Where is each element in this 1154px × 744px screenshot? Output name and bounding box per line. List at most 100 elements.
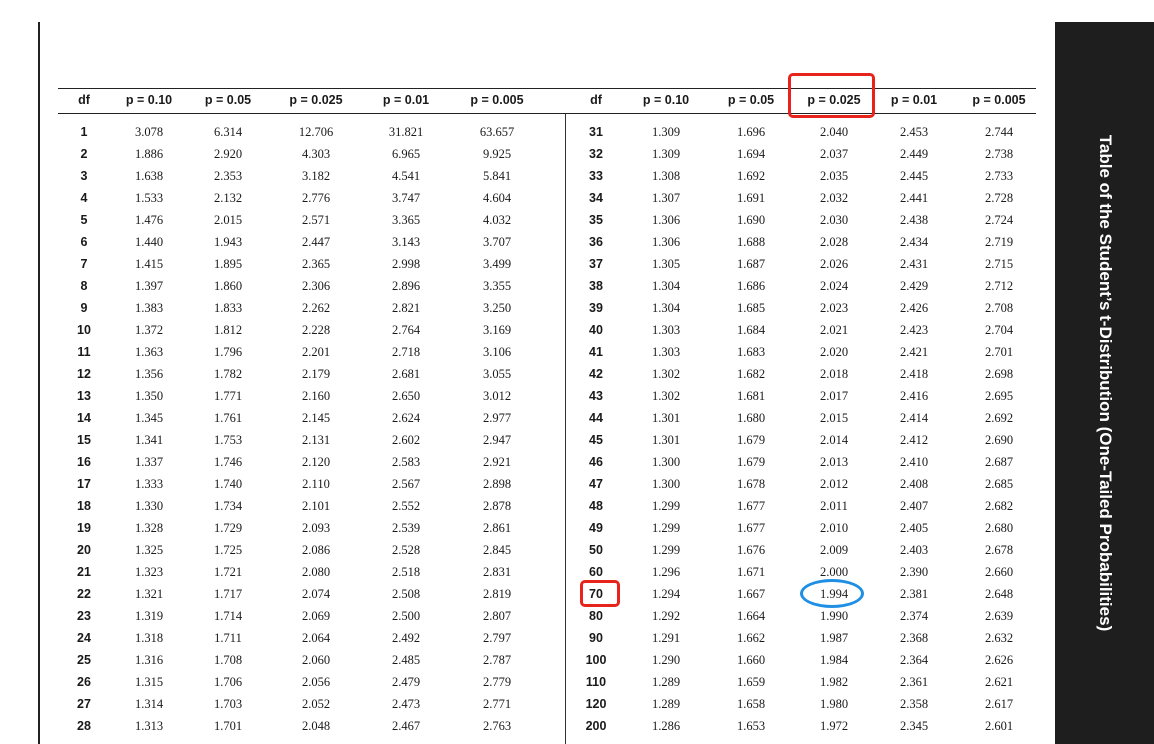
table-row: 17 1.333 1.740 2.110 2.567 2.898 47 1.300 1.678 2… [0, 473, 1040, 495]
critical-value-cell: 2.368 [899, 631, 929, 645]
table-row: 19 1.328 1.729 2.093 2.539 2.861 49 1.299 1.677 2… [0, 517, 1040, 539]
critical-value-cell: 1.302 [651, 367, 681, 381]
df-cell: 39 [589, 301, 603, 315]
critical-value-cell: 2.819 [482, 587, 512, 601]
critical-value-cell: 2.421 [899, 345, 929, 359]
table-row: 8 1.397 1.860 2.306 2.896 3.355 38 1.304 1.686 2.… [0, 275, 1040, 297]
critical-value-cell: 3.499 [482, 257, 512, 271]
critical-value-cell: 1.415 [134, 257, 164, 271]
critical-value-cell: 1.299 [651, 499, 681, 513]
critical-value-cell: 1.659 [736, 675, 766, 689]
critical-value-cell: 2.648 [984, 587, 1014, 601]
table-row: 20 1.325 1.725 2.086 2.528 2.845 50 1.299 1.676 2… [0, 539, 1040, 561]
critical-value-cell: 2.438 [899, 213, 929, 227]
critical-value-cell: 2.228 [301, 323, 331, 337]
critical-value-cell: 2.010 [819, 521, 849, 535]
column-header-left-p010: p = 0.10 [125, 93, 173, 107]
critical-value-cell: 1.304 [651, 301, 681, 315]
critical-value-cell: 1.302 [651, 389, 681, 403]
critical-value-cell: 1.740 [213, 477, 243, 491]
critical-value-cell: 2.447 [301, 235, 331, 249]
critical-value-cell: 1.725 [213, 543, 243, 557]
critical-value-cell: 2.064 [301, 631, 331, 645]
critical-value-cell: 2.365 [301, 257, 331, 271]
critical-value-cell: 1.333 [134, 477, 164, 491]
critical-value-cell: 1.683 [736, 345, 766, 359]
critical-value-cell: 12.706 [298, 125, 334, 139]
critical-value-cell: 1.291 [651, 631, 681, 645]
critical-value-cell: 2.763 [482, 719, 512, 733]
critical-value-cell: 2.416 [899, 389, 929, 403]
critical-value-cell: 2.262 [301, 301, 331, 315]
critical-value-cell: 1.306 [651, 213, 681, 227]
critical-value-cell: 2.145 [301, 411, 331, 425]
critical-value-cell: 2.026 [819, 257, 849, 271]
column-header-right-p010: p = 0.10 [642, 93, 690, 107]
critical-value-cell: 63.657 [479, 125, 515, 139]
critical-value-cell: 1.796 [213, 345, 243, 359]
critical-value-cell: 3.355 [482, 279, 512, 293]
df-cell: 32 [589, 147, 603, 161]
critical-value-cell: 2.479 [391, 675, 421, 689]
critical-value-cell: 2.685 [984, 477, 1014, 491]
critical-value-cell: 2.449 [899, 147, 929, 161]
critical-value-cell: 2.660 [984, 565, 1014, 579]
critical-value-cell: 2.353 [213, 169, 243, 183]
critical-value-cell: 1.440 [134, 235, 164, 249]
critical-value-cell: 1.782 [213, 367, 243, 381]
df-cell: 45 [589, 433, 603, 447]
df-cell: 110 [585, 675, 607, 689]
critical-value-cell: 2.403 [899, 543, 929, 557]
critical-value-cell: 1.682 [736, 367, 766, 381]
critical-value-cell: 1.943 [213, 235, 243, 249]
critical-value-cell: 2.414 [899, 411, 929, 425]
critical-value-cell: 2.724 [984, 213, 1014, 227]
df-cell: 36 [589, 235, 603, 249]
critical-value-cell: 1.680 [736, 411, 766, 425]
critical-value-cell: 2.023 [819, 301, 849, 315]
critical-value-cell: 1.895 [213, 257, 243, 271]
critical-value-cell: 2.621 [984, 675, 1014, 689]
critical-value-cell: 1.696 [736, 125, 766, 139]
df-cell: 90 [589, 631, 603, 645]
critical-value-cell: 1.692 [736, 169, 766, 183]
critical-value-cell: 6.314 [213, 125, 243, 139]
critical-value-cell: 2.467 [391, 719, 421, 733]
critical-value-cell: 1.771 [213, 389, 243, 403]
critical-value-cell: 2.947 [482, 433, 512, 447]
table-row: 22 1.321 1.717 2.074 2.508 2.819 70 1.294 1.667 1… [0, 583, 1040, 605]
critical-value-cell: 2.715 [984, 257, 1014, 271]
critical-value-cell: 3.182 [301, 169, 331, 183]
critical-value-cell: 2.920 [213, 147, 243, 161]
critical-value-cell: 1.972 [819, 719, 849, 733]
critical-value-cell: 1.299 [651, 521, 681, 535]
critical-value-cell: 1.984 [819, 653, 849, 667]
critical-value-cell: 2.013 [819, 455, 849, 469]
critical-value-cell: 2.040 [819, 125, 849, 139]
critical-value-cell: 1.676 [736, 543, 766, 557]
critical-value-cell: 1.694 [736, 147, 766, 161]
df-cell: 200 [585, 719, 607, 733]
critical-value-cell: 2.485 [391, 653, 421, 667]
column-header-left-p001: p = 0.01 [382, 93, 430, 107]
critical-value-cell: 2.120 [301, 455, 331, 469]
critical-value-cell: 1.314 [134, 697, 164, 711]
table-row: 11 1.363 1.796 2.201 2.718 3.106 41 1.303 1.683 2… [0, 341, 1040, 363]
table-header-rule [58, 113, 1036, 114]
critical-value-cell: 2.898 [482, 477, 512, 491]
critical-value-cell: 1.323 [134, 565, 164, 579]
critical-value-cell: 2.583 [391, 455, 421, 469]
table-row: 13 1.350 1.771 2.160 2.650 3.012 43 1.302 1.681 2… [0, 385, 1040, 407]
df-cell: 47 [589, 477, 603, 491]
table-row: 23 1.319 1.714 2.069 2.500 2.807 80 1.292 1.664 1… [0, 605, 1040, 627]
critical-value-cell: 2.692 [984, 411, 1014, 425]
critical-value-cell: 1.330 [134, 499, 164, 513]
critical-value-cell: 2.429 [899, 279, 929, 293]
critical-value-cell: 1.658 [736, 697, 766, 711]
critical-value-cell: 2.492 [391, 631, 421, 645]
critical-value-cell: 1.721 [213, 565, 243, 579]
df-cell: 46 [589, 455, 603, 469]
critical-value-cell: 4.032 [482, 213, 512, 227]
column-header-right-df: df [590, 93, 602, 107]
critical-value-cell: 3.747 [391, 191, 421, 205]
